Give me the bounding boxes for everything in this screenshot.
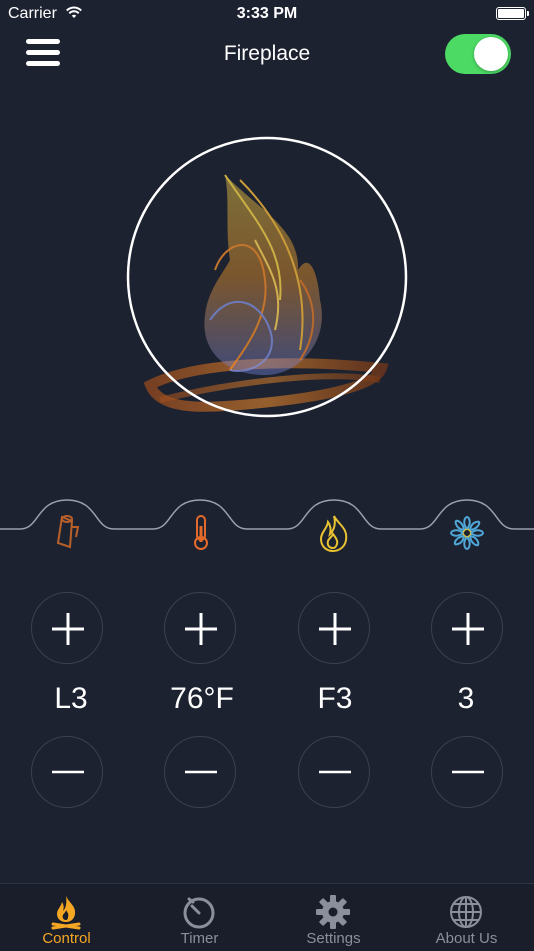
temperature-increase-button[interactable] bbox=[164, 592, 236, 664]
plus-icon bbox=[452, 613, 484, 645]
campfire-icon bbox=[51, 896, 81, 930]
minus-icon bbox=[452, 770, 484, 774]
tab-settings-label: Settings bbox=[306, 930, 361, 947]
tab-timer[interactable]: Timer bbox=[133, 884, 266, 951]
fan-control bbox=[431, 592, 507, 664]
log-control-minus bbox=[31, 736, 107, 808]
fireplace-flame-illustration[interactable] bbox=[0, 120, 534, 440]
header: Fireplace bbox=[0, 30, 534, 80]
timer-icon bbox=[183, 897, 215, 929]
flame-icon bbox=[319, 515, 348, 553]
tab-about-us-label: About Us bbox=[435, 930, 498, 947]
plus-icon bbox=[52, 613, 84, 645]
flame-increase-button[interactable] bbox=[298, 592, 370, 664]
temperature-value: 76°F bbox=[170, 682, 234, 715]
status-time: 3:33 PM bbox=[236, 5, 298, 22]
log-control bbox=[31, 592, 107, 664]
flame-control-minus bbox=[298, 736, 374, 808]
thermometer-icon bbox=[194, 515, 208, 550]
log-level-value: L3 bbox=[54, 682, 88, 715]
fan-decrease-button[interactable] bbox=[431, 736, 503, 808]
status-bar: Carrier 3:33 PM bbox=[0, 0, 534, 30]
tab-timer-label: Timer bbox=[180, 930, 219, 947]
gear-icon bbox=[316, 895, 350, 929]
battery-icon bbox=[496, 7, 529, 20]
mode-icon-strip bbox=[0, 499, 534, 553]
tab-control[interactable]: Control bbox=[0, 884, 133, 951]
fan-increase-button[interactable] bbox=[431, 592, 503, 664]
temperature-control-minus bbox=[164, 736, 240, 808]
log-increase-button[interactable] bbox=[31, 592, 103, 664]
fan-icon bbox=[449, 515, 485, 551]
flame-control bbox=[298, 592, 374, 664]
temperature-control bbox=[164, 592, 240, 664]
tab-settings[interactable]: Settings bbox=[267, 884, 400, 951]
log-icon bbox=[56, 515, 80, 549]
minus-icon bbox=[319, 770, 351, 774]
fan-speed-value: 3 bbox=[457, 682, 475, 715]
log-decrease-button[interactable] bbox=[31, 736, 103, 808]
flame-level-value: F3 bbox=[317, 682, 353, 715]
tab-control-label: Control bbox=[42, 930, 91, 947]
temperature-decrease-button[interactable] bbox=[164, 736, 236, 808]
tab-about-us[interactable]: About Us bbox=[400, 884, 533, 951]
plus-icon bbox=[185, 613, 217, 645]
plus-icon bbox=[319, 613, 351, 645]
globe-icon bbox=[450, 896, 482, 928]
fan-control-minus bbox=[431, 736, 507, 808]
minus-icon bbox=[185, 770, 217, 774]
flame-decrease-button[interactable] bbox=[298, 736, 370, 808]
tab-bar: Control Timer Settings About Us bbox=[0, 883, 534, 951]
power-toggle[interactable] bbox=[445, 34, 511, 74]
minus-icon bbox=[52, 770, 84, 774]
